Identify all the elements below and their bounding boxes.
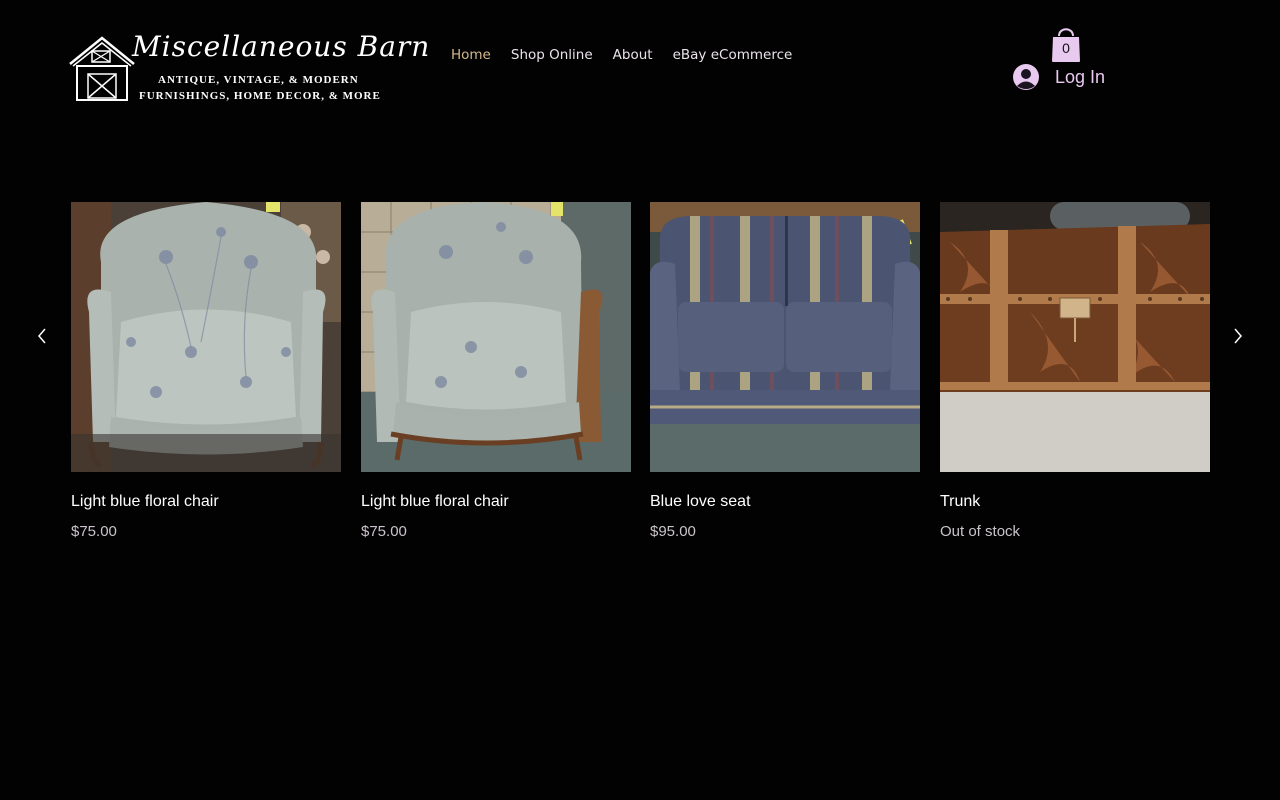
cart-button[interactable]: 0: [1050, 24, 1082, 64]
product-image[interactable]: [940, 202, 1210, 472]
product-price: $75.00: [71, 523, 117, 540]
product-image[interactable]: [650, 202, 920, 472]
user-avatar-icon: [1013, 64, 1039, 90]
site-logo[interactable]: Miscellaneous Barn ANTIQUE, VINTAGE, & M…: [68, 30, 429, 104]
page: Miscellaneous Barn ANTIQUE, VINTAGE, & M…: [0, 0, 1280, 800]
product-image[interactable]: [361, 202, 631, 472]
product-price: $95.00: [650, 523, 696, 540]
product-card[interactable]: Blue love seat $95.00: [650, 202, 920, 540]
slider-prev-button[interactable]: [35, 326, 49, 346]
product-image[interactable]: [71, 202, 341, 472]
nav-about[interactable]: About: [603, 44, 663, 66]
product-name[interactable]: Light blue floral chair: [71, 493, 219, 511]
product-name[interactable]: Blue love seat: [650, 493, 751, 511]
product-card[interactable]: Light blue floral chair $75.00: [361, 202, 631, 540]
login-label: Log In: [1055, 66, 1106, 87]
nav-ebay-ecommerce[interactable]: eBay eCommerce: [663, 44, 803, 66]
brand-name: Miscellaneous Barn: [132, 30, 431, 63]
product-name[interactable]: Trunk: [940, 493, 980, 511]
main-nav: Home Shop Online About eBay eCommerce: [441, 44, 802, 66]
nav-shop-online[interactable]: Shop Online: [501, 44, 603, 66]
product-gallery: Light blue floral chair $75.00 Light blu…: [71, 202, 1210, 562]
tagline-line-2: FURNISHINGS, HOME DECOR, & MORE: [139, 90, 381, 102]
product-card[interactable]: Trunk Out of stock: [940, 202, 1210, 540]
nav-home[interactable]: Home: [441, 44, 501, 66]
striped-loveseat-photo: [650, 202, 920, 472]
floral-armchair-photo: [71, 202, 341, 472]
login-button[interactable]: Log In: [1012, 62, 1105, 92]
product-card[interactable]: Light blue floral chair $75.00: [71, 202, 341, 540]
chevron-right-icon: [1234, 328, 1242, 344]
barn-logo-icon: [69, 36, 135, 101]
tagline-line-1: ANTIQUE, VINTAGE, & MODERN: [158, 74, 359, 86]
chevron-left-icon: [38, 328, 46, 344]
product-stock-status: Out of stock: [940, 523, 1021, 540]
product-name[interactable]: Light blue floral chair: [361, 493, 509, 511]
product-price: $75.00: [361, 523, 407, 540]
cart-count: 0: [1062, 40, 1070, 56]
wooden-trunk-photo: [940, 202, 1210, 472]
slider-next-button[interactable]: [1231, 326, 1245, 346]
floral-armchair-photo: [361, 202, 631, 472]
